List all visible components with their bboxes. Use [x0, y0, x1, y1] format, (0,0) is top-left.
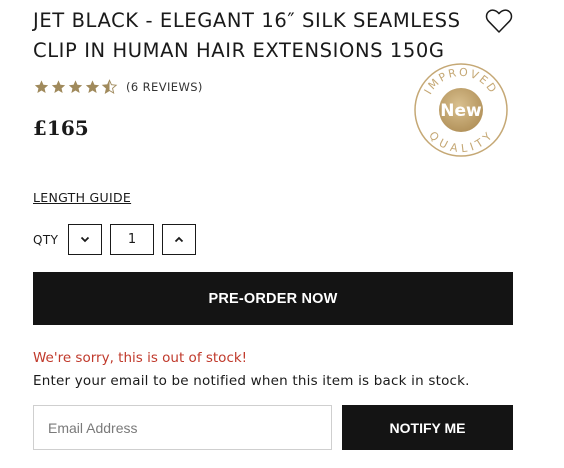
chevron-up-icon	[174, 236, 184, 243]
star-icon	[34, 80, 49, 93]
product-title: JET BLACK - ELEGANT 16″ SILK SEAMLESS CL…	[33, 9, 461, 62]
qty-increment-button[interactable]	[162, 224, 196, 255]
reviews-count[interactable]: (6 REVIEWS)	[126, 80, 203, 94]
star-icon	[51, 80, 66, 93]
badge-center-text: New	[440, 101, 482, 121]
qty-decrement-button[interactable]	[68, 224, 102, 255]
out-of-stock-message: We're sorry, this is out of stock!	[33, 350, 248, 366]
star-icon	[85, 80, 100, 93]
product-rating[interactable]: (6 REVIEWS)	[33, 79, 203, 95]
chevron-down-icon	[80, 236, 90, 243]
email-input[interactable]	[33, 405, 332, 450]
svg-text:QUALITY: QUALITY	[426, 129, 496, 155]
star-rating	[33, 79, 118, 95]
product-price: £165	[33, 116, 89, 140]
star-icon	[68, 80, 83, 93]
pre-order-button[interactable]: PRE-ORDER NOW	[33, 272, 513, 325]
qty-label: QTY	[33, 233, 59, 247]
length-guide-link[interactable]: LENGTH GUIDE	[33, 190, 131, 205]
notify-instructions: Enter your email to be notified when thi…	[33, 373, 470, 389]
notify-me-button[interactable]: NOTIFY ME	[342, 405, 513, 450]
badge-bottom-text: QUALITY	[426, 129, 494, 155]
heart-outline-icon	[485, 9, 513, 33]
improved-quality-badge: IMPROVED QUALITY New	[414, 63, 508, 157]
qty-input[interactable]	[110, 224, 154, 255]
wishlist-button[interactable]	[485, 8, 513, 34]
half-star-icon	[101, 79, 118, 94]
